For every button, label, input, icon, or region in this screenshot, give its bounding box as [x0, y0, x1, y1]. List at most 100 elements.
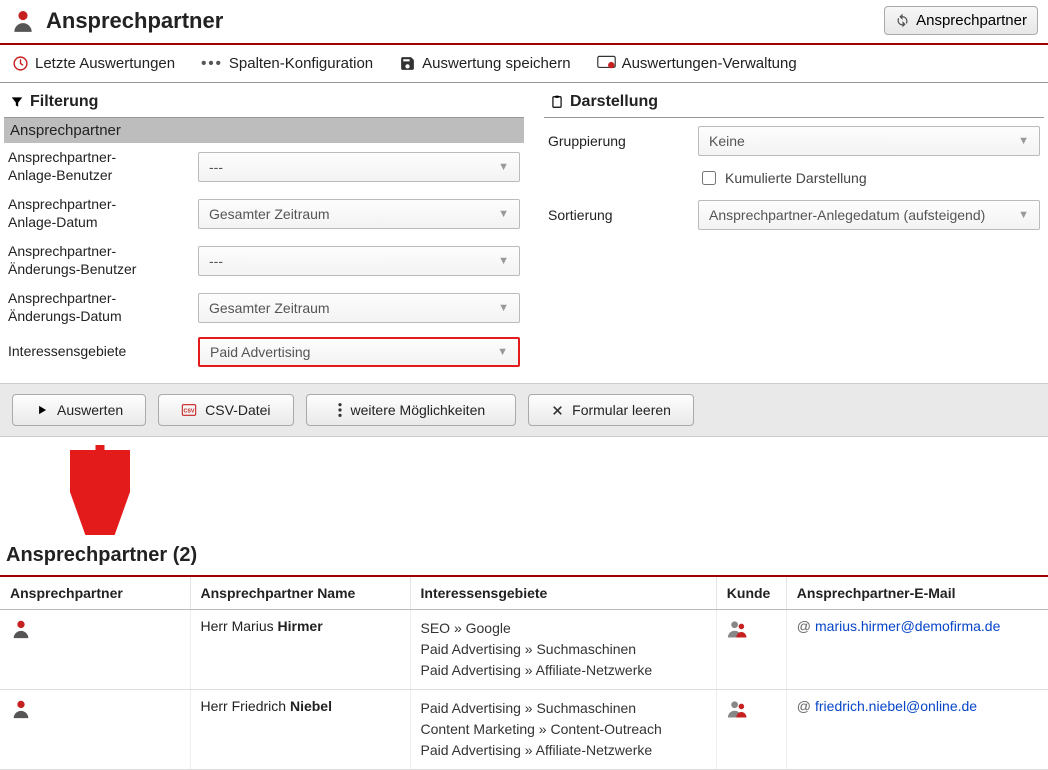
- clear-button[interactable]: Formular leeren: [528, 394, 694, 426]
- results-col-2[interactable]: Interessensgebiete: [410, 577, 716, 610]
- clear-label: Formular leeren: [572, 402, 671, 418]
- csv-button[interactable]: CSV CSV-Datei: [158, 394, 293, 426]
- filter-label: Ansprechpartner-Anlage-Datum: [8, 196, 198, 231]
- interest-line: SEO » Google: [421, 618, 706, 639]
- cell-customer: [716, 690, 786, 770]
- toolbar-save[interactable]: Auswertung speichern: [399, 55, 570, 72]
- grouping-select[interactable]: Keine ▼: [698, 126, 1040, 156]
- chevron-down-icon: ▼: [497, 346, 508, 358]
- chevron-down-icon: ▼: [498, 255, 509, 267]
- presentation-section-title: Darstellung: [570, 93, 658, 111]
- manage-icon: [597, 55, 616, 72]
- sorting-select[interactable]: Ansprechpartner-Anlegedatum (aufsteigend…: [698, 200, 1040, 230]
- filter-select-0[interactable]: --- ▼: [198, 152, 520, 182]
- grouping-value: Keine: [709, 133, 745, 149]
- refresh-button[interactable]: Ansprechpartner: [884, 6, 1038, 35]
- person-icon: [10, 618, 32, 640]
- csv-icon: CSV: [181, 403, 197, 417]
- filter-label: Ansprechpartner-Anlage-Benutzer: [8, 149, 198, 184]
- toolbar-columns[interactable]: ••• Spalten-Konfiguration: [201, 55, 373, 72]
- customer-icon: [727, 698, 749, 720]
- toolbar-columns-label: Spalten-Konfiguration: [229, 55, 373, 72]
- cell-email: @friedrich.niebel@online.de: [786, 690, 1048, 770]
- toolbar-recent[interactable]: Letzte Auswertungen: [12, 55, 175, 72]
- at-icon: @: [797, 698, 811, 714]
- clipboard-icon: [550, 95, 564, 109]
- filter-label: Ansprechpartner-Änderungs-Benutzer: [8, 243, 198, 278]
- results-title: Ansprechpartner (2): [0, 538, 1048, 577]
- table-row[interactable]: Herr Marius Hirmer SEO » GooglePaid Adve…: [0, 610, 1048, 690]
- results-table: AnsprechpartnerAnsprechpartner NameInter…: [0, 577, 1048, 770]
- evaluate-button[interactable]: Auswerten: [12, 394, 146, 426]
- presentation-section-header: Darstellung: [544, 83, 1044, 118]
- save-icon: [399, 55, 416, 72]
- filter-value: ---: [209, 159, 223, 175]
- cumulated-checkbox[interactable]: [702, 171, 716, 185]
- filter-select-4[interactable]: Paid Advertising ▼: [198, 337, 520, 367]
- cumulated-label: Kumulierte Darstellung: [725, 170, 867, 186]
- filter-value: ---: [209, 253, 223, 269]
- more-icon: [337, 402, 343, 418]
- toolbar-recent-label: Letzte Auswertungen: [35, 55, 175, 72]
- cell-icon: [0, 610, 190, 690]
- cell-interests: SEO » GooglePaid Advertising » Suchmasch…: [410, 610, 716, 690]
- filter-section-title: Filterung: [30, 93, 98, 111]
- sorting-label: Sortierung: [548, 207, 698, 223]
- filter-select-3[interactable]: Gesamter Zeitraum ▼: [198, 293, 520, 323]
- results-col-4[interactable]: Ansprechpartner-E-Mail: [786, 577, 1048, 610]
- person-icon: [10, 8, 36, 34]
- results-col-0[interactable]: Ansprechpartner: [0, 577, 190, 610]
- sorting-value: Ansprechpartner-Anlegedatum (aufsteigend…: [709, 207, 985, 223]
- email-link[interactable]: marius.hirmer@demofirma.de: [815, 618, 1000, 634]
- action-bar: Auswerten CSV CSV-Datei weitere Möglichk…: [0, 383, 1048, 437]
- table-row[interactable]: Herr Friedrich Niebel Paid Advertising »…: [0, 690, 1048, 770]
- toolbar-manage[interactable]: Auswertungen-Verwaltung: [597, 55, 797, 72]
- arrow-annotation: [0, 437, 1048, 538]
- svg-text:CSV: CSV: [184, 409, 195, 415]
- refresh-icon: [895, 13, 910, 28]
- filter-group-band: Ansprechpartner: [4, 118, 524, 143]
- results-col-3[interactable]: Kunde: [716, 577, 786, 610]
- csv-label: CSV-Datei: [205, 402, 270, 418]
- cell-name: Herr Marius Hirmer: [190, 610, 410, 690]
- chevron-down-icon: ▼: [1018, 135, 1029, 147]
- page-header: Ansprechpartner Ansprechpartner: [0, 0, 1048, 45]
- interest-line: Paid Advertising » Affiliate-Netzwerke: [421, 660, 706, 681]
- filter-icon: [10, 95, 24, 109]
- customer-icon: [727, 618, 749, 640]
- close-icon: [551, 404, 564, 417]
- clock-icon: [12, 55, 29, 72]
- interest-line: Paid Advertising » Suchmaschinen: [421, 639, 706, 660]
- cell-email: @marius.hirmer@demofirma.de: [786, 610, 1048, 690]
- filter-value: Paid Advertising: [210, 344, 310, 360]
- toolbar-save-label: Auswertung speichern: [422, 55, 570, 72]
- cell-customer: [716, 610, 786, 690]
- chevron-down-icon: ▼: [498, 302, 509, 314]
- grouping-label: Gruppierung: [548, 133, 698, 149]
- cell-interests: Paid Advertising » SuchmaschinenContent …: [410, 690, 716, 770]
- interest-line: Paid Advertising » Suchmaschinen: [421, 698, 706, 719]
- toolbar-manage-label: Auswertungen-Verwaltung: [622, 55, 797, 72]
- results-col-1[interactable]: Ansprechpartner Name: [190, 577, 410, 610]
- more-label: weitere Möglichkeiten: [351, 402, 486, 418]
- chevron-down-icon: ▼: [498, 161, 509, 173]
- presentation-panel: Darstellung Gruppierung Keine ▼ Kumulier…: [544, 83, 1044, 373]
- more-button[interactable]: weitere Möglichkeiten: [306, 394, 517, 426]
- filter-select-1[interactable]: Gesamter Zeitraum ▼: [198, 199, 520, 229]
- interest-line: Paid Advertising » Affiliate-Netzwerke: [421, 740, 706, 761]
- person-icon: [10, 698, 32, 720]
- cell-icon: [0, 690, 190, 770]
- filter-label: Interessensgebiete: [8, 343, 198, 361]
- dots-icon: •••: [201, 55, 223, 72]
- refresh-label: Ansprechpartner: [916, 12, 1027, 29]
- chevron-down-icon: ▼: [498, 208, 509, 220]
- filter-section-header: Filterung: [4, 83, 524, 118]
- chevron-down-icon: ▼: [1018, 209, 1029, 221]
- cell-name: Herr Friedrich Niebel: [190, 690, 410, 770]
- play-icon: [35, 403, 49, 417]
- filter-panel: Filterung Ansprechpartner Ansprechpartne…: [4, 83, 524, 373]
- filter-select-2[interactable]: --- ▼: [198, 246, 520, 276]
- filter-label: Ansprechpartner-Änderungs-Datum: [8, 290, 198, 325]
- email-link[interactable]: friedrich.niebel@online.de: [815, 698, 977, 714]
- interest-line: Content Marketing » Content-Outreach: [421, 719, 706, 740]
